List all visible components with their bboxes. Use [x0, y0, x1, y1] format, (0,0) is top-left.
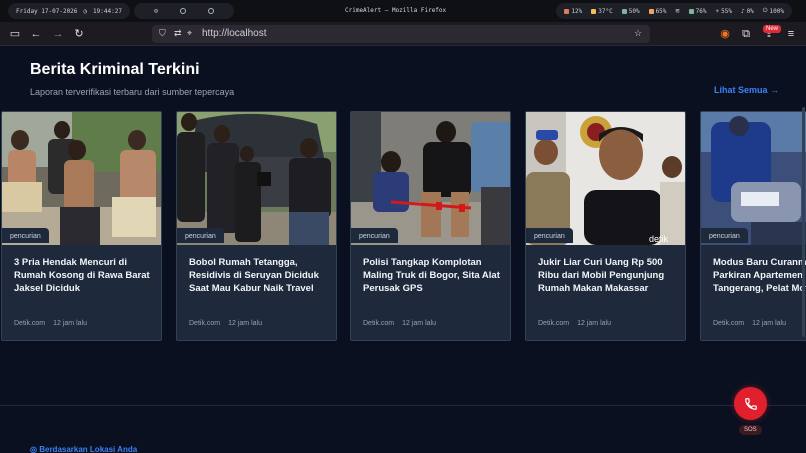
workspace-1-icon[interactable]: ⊙ — [154, 7, 158, 15]
category-badge: pencurian — [351, 228, 398, 243]
volume-status[interactable]: ⏻ 100% — [763, 7, 784, 15]
category-badge: pencurian — [526, 228, 573, 243]
news-card[interactable]: detik pencurian Jukir Liar Curi Uang Rp … — [525, 111, 686, 341]
news-source: Detik.com — [14, 320, 46, 327]
wifi-icon: ≋ — [675, 7, 680, 15]
browser-toolbar: ▭ ← → ↻ ⛉ ⇄ ⌖ http://localhost ☆ ◉ ⧉ ⇪ ≡ — [0, 22, 806, 46]
url-text[interactable]: http://localhost — [202, 28, 266, 39]
wifi-status[interactable]: ≋ — [675, 7, 679, 15]
section-title: Berita Kriminal Terkini — [30, 61, 200, 78]
os-time: 19:44:27 — [93, 7, 122, 15]
news-card-title[interactable]: Bobol Rumah Tetangga, Residivis di Seruy… — [189, 256, 331, 295]
os-clock-widget: Friday 17-07-2026 ◷ 19:44:27 — [8, 3, 130, 19]
disk-icon — [648, 8, 654, 14]
cpu-icon — [564, 8, 570, 14]
window-title: CrimeAlert — Mozilla Firefox — [345, 7, 447, 14]
svg-text:detik: detik — [649, 234, 669, 244]
os-top-bar: Friday 17-07-2026 ◷ 19:44:27 ⊙ CrimeAler… — [0, 0, 806, 22]
sun-icon: ☀ — [715, 7, 720, 15]
news-source: Detik.com — [189, 320, 221, 327]
forward-arrow-icon[interactable]: → — [49, 25, 67, 43]
news-card-title[interactable]: Modus Baru Curanmor di Parkiran Aparteme… — [713, 256, 806, 295]
news-card-title[interactable]: 3 Pria Hendak Mencuri di Rumah Kosong di… — [14, 256, 156, 295]
news-card[interactable]: pencurian Modus Baru Curanmor di Parkira… — [700, 111, 806, 341]
extensions-icon[interactable]: ⧉ — [737, 25, 755, 43]
temp-status: 37°C — [591, 8, 613, 15]
category-badge: pencurian — [177, 228, 224, 243]
bookmark-star-icon[interactable]: ☆ — [634, 28, 642, 39]
hamburger-menu-icon[interactable]: ≡ — [782, 25, 800, 43]
location-pin-icon[interactable]: ⌖ — [187, 28, 192, 39]
news-time: 12 jam lalu — [577, 320, 611, 327]
mic-status[interactable]: ♪ 0% — [741, 8, 754, 15]
news-time: 12 jam lalu — [53, 320, 87, 327]
news-card-meta: Detik.com 12 jam lalu — [14, 320, 87, 327]
memory-icon — [621, 8, 627, 14]
news-time: 12 jam lalu — [402, 320, 436, 327]
power-icon: ⏻ — [762, 7, 768, 14]
battery-icon — [688, 8, 694, 14]
news-card-image[interactable] — [2, 112, 161, 245]
disk-status: 65% — [648, 8, 666, 15]
phone-icon — [744, 397, 757, 410]
news-card[interactable]: pencurian Bobol Rumah Tetangga, Residivi… — [176, 111, 337, 341]
news-card-meta: Detik.com 12 jam lalu — [189, 320, 262, 327]
news-card[interactable]: pencurian 3 Pria Hendak Mencuri di Rumah… — [1, 111, 162, 341]
firefox-account-icon[interactable]: ◉ — [716, 25, 734, 43]
permissions-icon[interactable]: ⇄ — [174, 28, 182, 39]
see-all-link[interactable]: Lihat Semua → — [714, 85, 779, 95]
news-time: 12 jam lalu — [228, 320, 262, 327]
news-card-meta: Detik.com 12 jam lalu — [713, 320, 786, 327]
news-card[interactable]: pencurian Polisi Tangkap Komplotan Malin… — [350, 111, 511, 341]
url-bar[interactable]: ⛉ ⇄ ⌖ http://localhost ☆ — [152, 25, 650, 43]
news-card-image[interactable] — [177, 112, 336, 245]
news-card-image[interactable] — [351, 112, 510, 245]
thermometer-icon — [591, 8, 597, 14]
shield-icon[interactable]: ⛉ — [159, 28, 166, 39]
category-badge: pencurian — [701, 228, 748, 243]
sos-button[interactable] — [734, 387, 767, 420]
news-card-meta: Detik.com 12 jam lalu — [538, 320, 611, 327]
news-carousel[interactable]: pencurian 3 Pria Hendak Mencuri di Rumah… — [0, 111, 806, 341]
workspace-3-icon[interactable] — [208, 8, 215, 14]
reload-icon[interactable]: ↻ — [70, 25, 88, 43]
new-badge: New — [763, 25, 782, 33]
brightness-status[interactable]: ☀ 55% — [715, 8, 731, 15]
sos-label: SOS — [739, 425, 762, 435]
memory-status: 50% — [621, 8, 640, 15]
news-time: 12 jam lalu — [752, 320, 786, 327]
news-card-title[interactable]: Polisi Tangkap Komplotan Maling Truk di … — [363, 256, 505, 295]
back-arrow-icon[interactable]: ← — [27, 25, 45, 43]
news-source: Detik.com — [538, 320, 570, 327]
news-card-title[interactable]: Jukir Liar Curi Uang Rp 500 Ribu dari Mo… — [538, 256, 680, 295]
battery-status: 76% — [688, 8, 706, 15]
mic-icon: ♪ — [740, 7, 745, 15]
news-source: Detik.com — [713, 320, 745, 327]
location-section-title: ◎ Berdasarkan Lokasi Anda — [30, 445, 138, 453]
scrollbar[interactable] — [802, 107, 805, 337]
news-card-meta: Detik.com 12 jam lalu — [363, 320, 436, 327]
section-divider — [0, 405, 806, 406]
section-subtitle: Laporan terverifikasi terbaru dari sumbe… — [30, 87, 235, 97]
news-card-image[interactable] — [701, 112, 806, 245]
location-pin-icon: ◎ — [30, 445, 37, 453]
page-content: Berita Kriminal Terkini Laporan terverif… — [0, 47, 806, 453]
news-card-image[interactable]: detik — [526, 112, 685, 245]
os-status-tray: 12% 37°C 50% 65% ≋ 76% ☀ 55% ♪ 0% ⏻ 100% — [556, 3, 792, 19]
category-badge: pencurian — [2, 228, 49, 243]
clock-icon: ◷ — [83, 7, 88, 15]
os-date: Friday 17-07-2026 — [16, 7, 78, 15]
workspace-2-icon[interactable] — [180, 8, 187, 14]
news-source: Detik.com — [363, 320, 395, 327]
os-workspaces[interactable]: ⊙ — [134, 3, 234, 19]
sidebar-toggle-icon[interactable]: ▭ — [6, 25, 24, 43]
cpu-status: 12% — [564, 8, 582, 15]
